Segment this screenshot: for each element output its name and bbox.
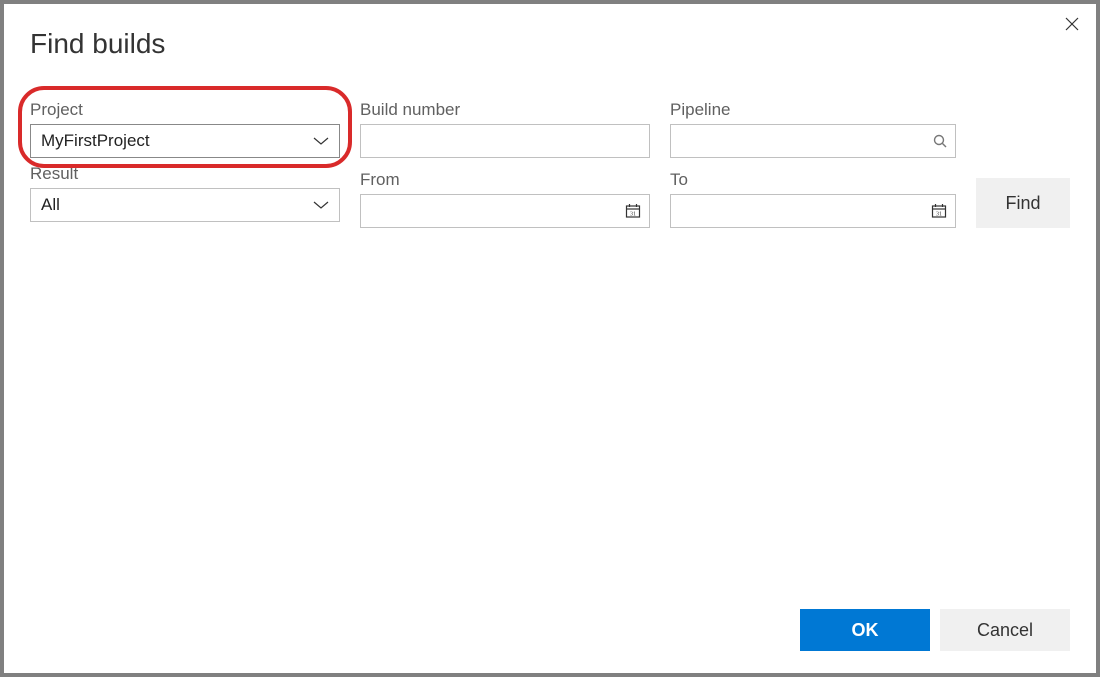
result-field: Result All [30,170,340,228]
pipeline-field: Pipeline [670,100,956,158]
close-button[interactable] [1060,12,1084,36]
pipeline-label: Pipeline [670,100,956,120]
find-button[interactable]: Find [976,178,1070,228]
calendar-icon[interactable]: 31 [923,203,955,219]
build-number-input-wrap [360,124,650,158]
close-icon [1065,17,1079,31]
find-builds-dialog: Find builds Project MyFirstProject Build… [4,4,1096,673]
project-select[interactable]: MyFirstProject [30,124,340,158]
from-field: From 31 [360,170,650,228]
build-number-field: Build number [360,100,650,158]
svg-text:31: 31 [630,212,636,218]
project-value: MyFirstProject [31,131,303,151]
result-label: Result [30,164,340,184]
from-input-wrap: 31 [360,194,650,228]
form-area: Project MyFirstProject Build number Pipe… [4,60,1096,228]
to-field: To 31 [670,170,956,228]
chevron-down-icon [303,136,339,146]
result-select[interactable]: All [30,188,340,222]
to-input[interactable] [671,201,923,221]
search-icon[interactable] [925,134,955,148]
dialog-title: Find builds [4,4,1096,60]
ok-button[interactable]: OK [800,609,930,651]
to-label: To [670,170,956,190]
calendar-icon[interactable]: 31 [617,203,649,219]
project-field: Project MyFirstProject [30,100,340,158]
project-label: Project [30,100,340,120]
cancel-button[interactable]: Cancel [940,609,1070,651]
to-input-wrap: 31 [670,194,956,228]
svg-text:31: 31 [936,212,942,218]
build-number-label: Build number [360,100,650,120]
from-input[interactable] [361,201,617,221]
from-label: From [360,170,650,190]
build-number-input[interactable] [361,131,649,151]
find-button-cell: Find [976,170,1070,228]
pipeline-input[interactable] [671,131,925,151]
dialog-footer: OK Cancel [4,609,1096,673]
pipeline-input-wrap [670,124,956,158]
result-value: All [31,195,303,215]
chevron-down-icon [303,200,339,210]
